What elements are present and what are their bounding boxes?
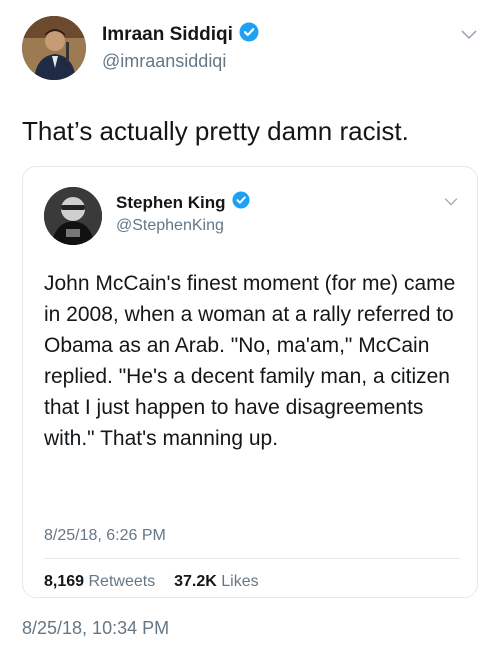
tweet-text: That’s actually pretty damn racist. <box>22 116 409 146</box>
likes-label: Likes <box>221 573 259 590</box>
retweets-count: 8,169 <box>44 573 85 590</box>
author-name-row: Imraan Siddiqi <box>102 22 259 47</box>
quoted-tweet-timestamp[interactable]: 8/25/18, 6:26 PM <box>44 527 166 545</box>
author-display-name[interactable]: Imraan Siddiqi <box>102 24 233 46</box>
retweets-label: Retweets <box>88 573 156 590</box>
tweet-timestamp[interactable]: 8/25/18, 10:34 PM <box>22 618 169 639</box>
quoted-avatar[interactable] <box>44 187 102 245</box>
chevron-down-icon[interactable] <box>460 28 478 46</box>
avatar[interactable] <box>22 16 86 80</box>
divider <box>44 558 460 559</box>
profile-photo <box>22 16 86 80</box>
quoted-author-name-row: Stephen King <box>116 191 250 214</box>
quoted-author-display-name[interactable]: Stephen King <box>116 193 226 213</box>
verified-badge-icon <box>239 22 259 47</box>
likes-count: 37.2K <box>174 573 217 590</box>
verified-badge-icon <box>232 191 250 214</box>
chevron-down-icon[interactable] <box>443 194 459 212</box>
retweets-stat[interactable]: 8,169 Retweets <box>44 573 160 590</box>
profile-photo <box>44 187 102 245</box>
tweet: Imraan Siddiqi @imraansiddiqi That’s act… <box>0 0 500 648</box>
quoted-tweet-text: John McCain's finest moment (for me) cam… <box>44 272 456 450</box>
quoted-author-handle[interactable]: @StephenKing <box>116 217 224 235</box>
likes-stat[interactable]: 37.2K Likes <box>174 573 259 590</box>
engagement-stats: 8,169 Retweets 37.2K Likes <box>44 573 259 591</box>
author-handle[interactable]: @imraansiddiqi <box>102 51 226 72</box>
